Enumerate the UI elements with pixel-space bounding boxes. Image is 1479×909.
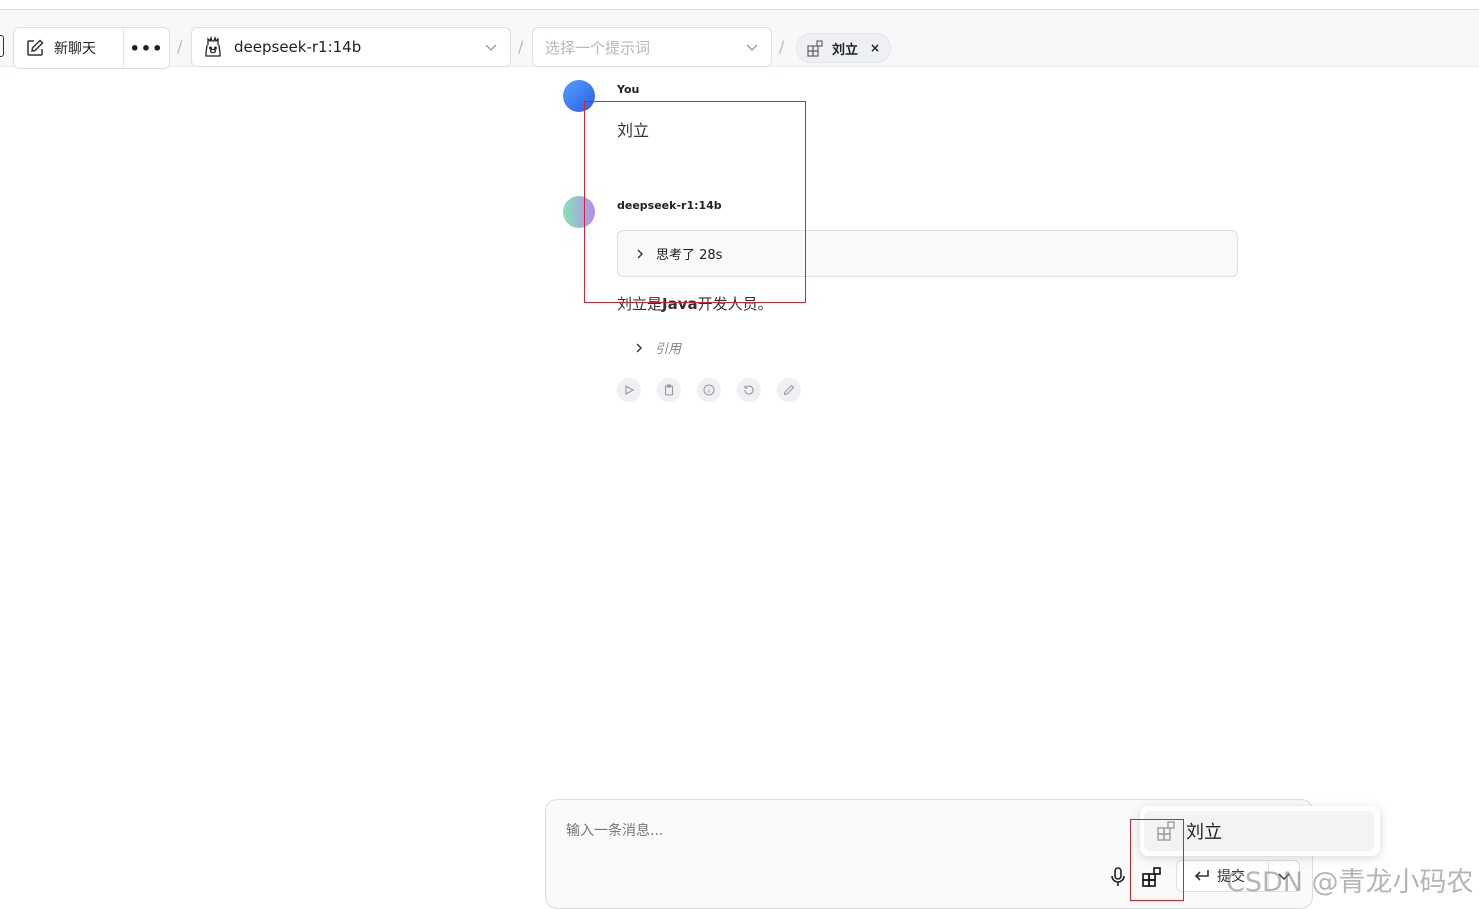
knowledge-base-popup: 刘立	[1140, 806, 1380, 856]
user-message: 刘立	[617, 121, 650, 140]
chevron-down-icon	[746, 44, 758, 51]
clipboard-icon[interactable]	[657, 378, 681, 402]
breadcrumb-separator: /	[518, 37, 524, 56]
knowledge-base-tag[interactable]: 刘立 ×	[796, 33, 892, 63]
new-chat-label: 新聊天	[54, 41, 96, 57]
answer-bold-text: Java	[662, 295, 698, 313]
assistant-avatar	[563, 196, 595, 228]
answer-text: 刘立是	[617, 295, 663, 313]
knowledge-base-option-label: 刘立	[1186, 822, 1222, 843]
enter-icon	[1194, 870, 1209, 881]
close-icon[interactable]: ×	[870, 41, 880, 55]
ollama-icon	[205, 36, 221, 57]
user-name: You	[617, 83, 640, 96]
chevron-down-icon	[485, 44, 497, 51]
watermark: CSDN @青龙小码农	[1226, 867, 1474, 898]
chevron-right-icon	[637, 249, 643, 258]
chat-actions-group: 新聊天 •••	[13, 27, 170, 69]
assistant-answer: 刘立是Java开发人员。	[617, 293, 773, 314]
chevron-right-icon	[636, 343, 642, 352]
sidebar-toggle-icon[interactable]	[0, 35, 4, 57]
citation-toggle[interactable]: 引用	[633, 338, 681, 357]
model-select-value: deepseek-r1:14b	[234, 38, 362, 56]
regenerate-icon[interactable]	[737, 378, 761, 402]
edit-icon[interactable]	[777, 378, 801, 402]
model-select[interactable]: deepseek-r1:14b	[191, 27, 511, 67]
assistant-name: deepseek-r1:14b	[617, 199, 722, 212]
user-avatar	[563, 80, 595, 112]
prompt-select[interactable]: 选择一个提示词	[532, 27, 772, 67]
breadcrumb-separator: /	[779, 37, 785, 56]
more-button[interactable]: •••	[124, 28, 169, 68]
thinking-toggle[interactable]: 思考了 28s	[617, 230, 1238, 277]
prompt-select-placeholder: 选择一个提示词	[545, 38, 651, 57]
play-icon[interactable]	[617, 378, 641, 402]
knowledge-base-icon	[1157, 821, 1175, 841]
info-icon[interactable]	[697, 378, 721, 402]
edit-icon	[27, 39, 44, 56]
message-actions	[617, 378, 801, 402]
new-chat-button[interactable]: 新聊天	[14, 28, 124, 68]
knowledge-base-tag-label: 刘立	[832, 42, 859, 58]
knowledge-base-option[interactable]: 刘立	[1144, 811, 1374, 851]
message-input-placeholder: 输入一条消息...	[566, 823, 664, 839]
answer-text: 开发人员。	[697, 295, 773, 313]
citation-label: 引用	[655, 342, 682, 357]
knowledge-base-icon[interactable]	[1141, 866, 1163, 888]
microphone-icon[interactable]	[1108, 866, 1128, 888]
thinking-label: 思考了 28s	[656, 248, 723, 263]
knowledge-base-icon	[807, 39, 823, 57]
breadcrumb-separator: /	[177, 37, 183, 56]
chat-header: 新聊天 ••• / deepseek-r1:14b / 选择一个提示词 / 刘立…	[0, 10, 1479, 69]
